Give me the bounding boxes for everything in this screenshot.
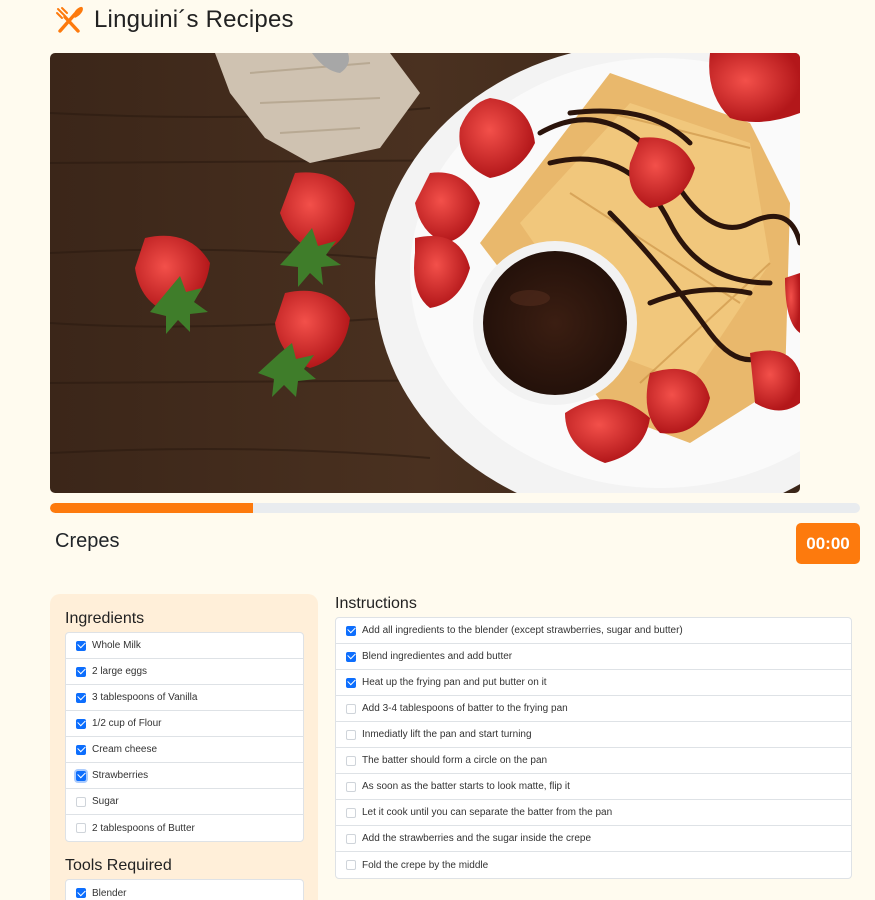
instructions-heading: Instructions bbox=[335, 595, 417, 612]
ingredient-item-label: Strawberries bbox=[92, 770, 149, 781]
checkbox[interactable] bbox=[76, 666, 86, 677]
checkbox[interactable] bbox=[346, 625, 356, 636]
instruction-item-label: Add the strawberries and the sugar insid… bbox=[362, 833, 592, 844]
app-header: Linguini´s Recipes bbox=[54, 4, 294, 36]
instruction-item-label: Add all ingredients to the blender (exce… bbox=[362, 625, 683, 636]
ingredient-item[interactable]: 1/2 cup of Flour bbox=[66, 711, 303, 737]
ingredient-item-label: 2 tablespoons of Butter bbox=[92, 822, 195, 834]
checkbox[interactable] bbox=[346, 651, 356, 662]
checkbox[interactable] bbox=[76, 692, 86, 703]
ingredient-item-label: 2 large eggs bbox=[92, 666, 148, 677]
ingredient-item[interactable]: 2 large eggs bbox=[66, 659, 303, 685]
instruction-item[interactable]: Heat up the frying pan and put butter on… bbox=[336, 670, 851, 696]
checkbox[interactable] bbox=[76, 823, 86, 833]
checkbox[interactable] bbox=[346, 755, 356, 766]
instructions-list: Add all ingredients to the blender (exce… bbox=[335, 617, 852, 879]
tool-item-label: Blender bbox=[92, 887, 127, 899]
instruction-item[interactable]: Let it cook until you can separate the b… bbox=[336, 800, 851, 826]
checkbox[interactable] bbox=[76, 744, 86, 755]
checkbox[interactable] bbox=[346, 729, 356, 740]
timer-button[interactable]: 00:00 bbox=[796, 523, 860, 564]
checkbox[interactable] bbox=[346, 807, 356, 818]
instruction-item-label: Fold the crepe by the middle bbox=[362, 859, 489, 871]
instruction-item-label: Inmediatly lift the pan and start turnin… bbox=[362, 729, 532, 740]
ingredient-item[interactable]: 2 tablespoons of Butter bbox=[66, 815, 303, 841]
checkbox[interactable] bbox=[346, 781, 356, 792]
app-title[interactable]: Linguini´s Recipes bbox=[94, 6, 294, 34]
ingredients-heading: Ingredients bbox=[65, 610, 145, 627]
instruction-item[interactable]: Blend ingredientes and add butter bbox=[336, 644, 851, 670]
instruction-item-label: Add 3-4 tablespoons of batter to the fry… bbox=[362, 703, 568, 714]
tools-heading: Tools Required bbox=[65, 857, 172, 874]
fork-knife-icon[interactable] bbox=[54, 5, 84, 35]
ingredient-item[interactable]: Whole Milk bbox=[66, 633, 303, 659]
ingredient-item-label: Whole Milk bbox=[92, 640, 141, 651]
instruction-item-label: As soon as the batter starts to look mat… bbox=[362, 781, 570, 792]
instruction-item[interactable]: Inmediatly lift the pan and start turnin… bbox=[336, 722, 851, 748]
checkbox[interactable] bbox=[346, 833, 356, 844]
progress-bar-fill bbox=[50, 503, 253, 513]
checkbox[interactable] bbox=[76, 796, 86, 807]
ingredient-item-label: 3 tablespoons of Vanilla bbox=[92, 692, 198, 703]
instruction-item[interactable]: Fold the crepe by the middle bbox=[336, 852, 851, 878]
ingredient-item[interactable]: 3 tablespoons of Vanilla bbox=[66, 685, 303, 711]
checkbox[interactable] bbox=[76, 640, 86, 651]
ingredient-item-label: 1/2 cup of Flour bbox=[92, 718, 162, 729]
instruction-item[interactable]: Add 3-4 tablespoons of batter to the fry… bbox=[336, 696, 851, 722]
instruction-item-label: Let it cook until you can separate the b… bbox=[362, 807, 613, 818]
progress-bar-track bbox=[50, 503, 860, 513]
checkbox[interactable] bbox=[76, 770, 86, 781]
instruction-item[interactable]: As soon as the batter starts to look mat… bbox=[336, 774, 851, 800]
ingredient-item[interactable]: Sugar bbox=[66, 789, 303, 815]
recipe-title: Crepes bbox=[55, 530, 120, 552]
instruction-item-label: Heat up the frying pan and put butter on… bbox=[362, 677, 547, 688]
instruction-item[interactable]: Add all ingredients to the blender (exce… bbox=[336, 618, 851, 644]
ingredient-item-label: Cream cheese bbox=[92, 744, 158, 755]
checkbox[interactable] bbox=[76, 718, 86, 729]
ingredient-item[interactable]: Strawberries bbox=[66, 763, 303, 789]
tool-item[interactable]: Blender bbox=[66, 880, 303, 900]
ingredient-item-label: Sugar bbox=[92, 796, 119, 807]
checkbox[interactable] bbox=[346, 860, 356, 870]
checkbox[interactable] bbox=[346, 703, 356, 714]
checkbox[interactable] bbox=[76, 888, 86, 898]
checkbox[interactable] bbox=[346, 677, 356, 688]
instruction-item[interactable]: Add the strawberries and the sugar insid… bbox=[336, 826, 851, 852]
ingredients-list: Whole Milk 2 large eggs 3 tablespoons of V… bbox=[65, 632, 304, 842]
instruction-item[interactable]: The batter should form a circle on the p… bbox=[336, 748, 851, 774]
ingredient-item[interactable]: Cream cheese bbox=[66, 737, 303, 763]
instruction-item-label: Blend ingredientes and add butter bbox=[362, 651, 513, 662]
instruction-item-label: The batter should form a circle on the p… bbox=[362, 755, 548, 766]
recipe-hero-image bbox=[50, 53, 800, 493]
tools-list: Blender bbox=[65, 879, 304, 900]
